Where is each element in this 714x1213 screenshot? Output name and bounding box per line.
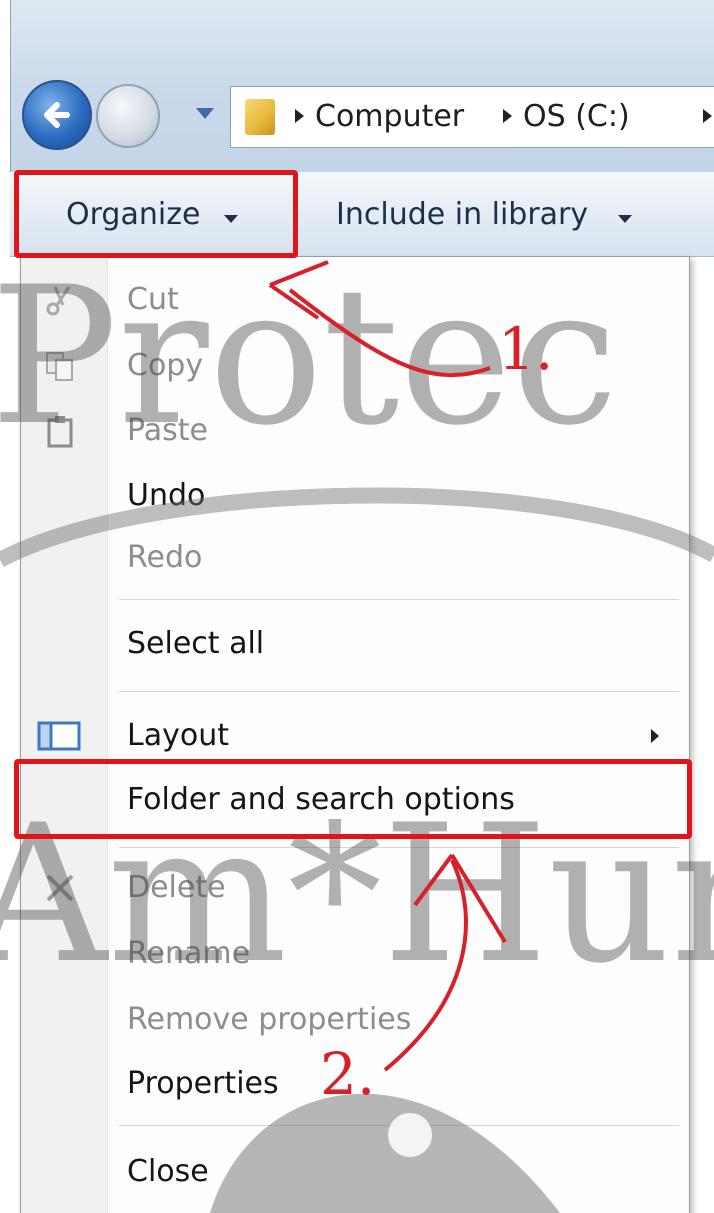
menu-item-label: Paste [127,413,208,448]
copy-icon [46,352,73,381]
back-arrow-icon [44,102,70,128]
menu-item-label: Properties [127,1066,279,1101]
annotation-box-folder-options [14,759,692,839]
annotation-box-organize [14,170,298,258]
annotation-step-1: 1. [498,315,554,383]
layout-icon [37,721,81,751]
menu-item-label: Select all [127,626,265,661]
breadcrumb-computer[interactable]: Computer [315,97,464,137]
menu-item-label: Delete [127,870,226,905]
breadcrumb-arrow-icon[interactable] [703,109,712,123]
folder-icon [245,99,275,135]
breadcrumb-arrow-icon[interactable] [295,109,304,123]
menu-item-label: Layout [127,718,229,753]
scissors-icon [46,286,71,316]
include-in-library-button[interactable]: Include in library [336,193,588,237]
delete-x-icon [46,874,74,902]
menu-item-label: Redo [127,540,203,575]
menu-item-select-all[interactable]: Select all [21,615,689,673]
menu-separator [119,599,679,601]
menu-separator [119,847,679,849]
menu-item-paste[interactable]: Paste [21,402,689,460]
menu-item-delete[interactable]: Delete [21,859,689,917]
chevron-down-icon [618,215,632,223]
menu-item-redo[interactable]: Redo [21,529,689,587]
back-button[interactable] [22,80,92,150]
menu-item-label: Cut [127,282,179,317]
breadcrumb-drive[interactable]: OS (C:) [523,97,630,137]
menu-item-cut[interactable]: Cut [21,271,689,329]
forward-button[interactable] [96,84,160,148]
menu-item-copy[interactable]: Copy [21,337,689,395]
menu-item-rename[interactable]: Rename [21,925,689,983]
menu-item-layout[interactable]: Layout [21,707,689,765]
menu-item-label: Copy [127,348,204,383]
address-bar[interactable]: Computer OS (C:) [230,86,714,148]
menu-item-label: Close [127,1154,209,1189]
recent-pages-dropdown[interactable] [196,108,214,119]
menu-item-label: Undo [127,478,206,513]
clipboard-icon [47,416,73,448]
menu-item-label: Rename [127,936,251,971]
menu-item-undo[interactable]: Undo [21,467,689,525]
menu-item-close[interactable]: Close [21,1143,689,1201]
menu-separator [119,691,679,693]
menu-separator [119,1125,679,1127]
explorer-window: Computer OS (C:) Organize Include in lib… [0,0,714,1213]
submenu-arrow-icon [651,729,659,743]
annotation-step-2: 2. [320,1040,376,1108]
breadcrumb-arrow-icon[interactable] [503,109,512,123]
